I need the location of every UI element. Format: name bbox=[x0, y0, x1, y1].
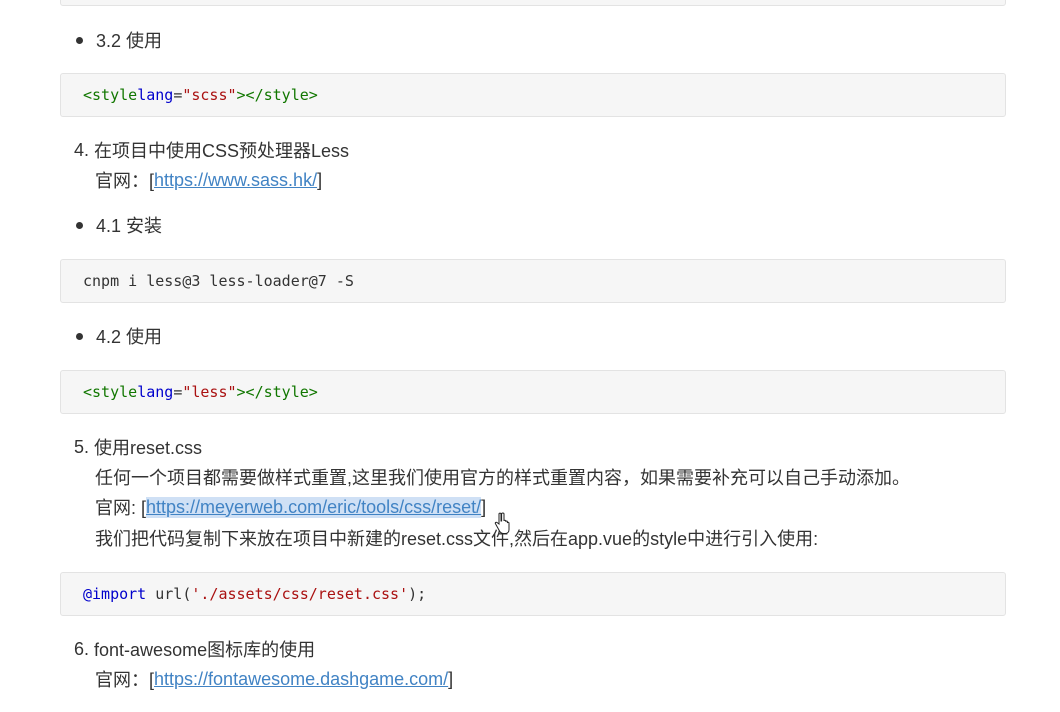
bullet-item-4-1: 4.1 安装 bbox=[76, 212, 162, 238]
code-tag-close: ></style> bbox=[236, 86, 318, 104]
code-string: "less" bbox=[182, 383, 237, 401]
site-suffix: ] bbox=[317, 169, 323, 190]
code-attr: lang bbox=[137, 86, 174, 104]
code-string: "scss" bbox=[182, 86, 237, 104]
code-eq: = bbox=[173, 86, 183, 104]
bullet-label: 4.2 使用 bbox=[96, 327, 163, 347]
list-item-4: 4. 在项目中使用CSS预处理器Less bbox=[74, 137, 349, 163]
code-string: './assets/css/reset.css' bbox=[191, 585, 409, 603]
site-suffix: ] bbox=[481, 496, 487, 517]
bullet-item-3-2: 3.2 使用 bbox=[76, 27, 162, 53]
site-prefix: 官网：[ bbox=[95, 171, 155, 191]
code-keyword: @import bbox=[83, 585, 147, 603]
list-title: font-awesome图标库的使用 bbox=[94, 640, 316, 660]
site-prefix: 官网: [ bbox=[95, 498, 147, 518]
official-site-line: 官网: [https://meyerweb.com/eric/tools/css… bbox=[95, 494, 486, 520]
code-block-previous bbox=[60, 0, 1006, 6]
code-block-import-reset: @import url('./assets/css/reset.css'); bbox=[60, 572, 1006, 616]
code-tag-open: <style bbox=[83, 86, 138, 104]
code-block-install-less: cnpm i less@3 less-loader@7 -S bbox=[60, 259, 1006, 303]
code-attr: lang bbox=[137, 383, 174, 401]
bullet-dot bbox=[76, 221, 83, 229]
official-site-line: 官网：[https://fontawesome.dashgame.com/] bbox=[95, 666, 453, 692]
reset-usage-note: 我们把代码复制下来放在项目中新建的reset.css文件,然后在app.vue的… bbox=[95, 529, 819, 549]
list-number: 5. bbox=[74, 436, 90, 457]
sass-link[interactable]: https://www.sass.hk/ bbox=[154, 170, 317, 191]
bullet-label: 4.1 安装 bbox=[96, 216, 163, 236]
list-title: 在项目中使用CSS预处理器Less bbox=[94, 141, 350, 161]
site-prefix: 官网：[ bbox=[95, 670, 155, 690]
reset-description: 任何一个项目都需要做样式重置,这里我们使用官方的样式重置内容，如果需要补充可以自… bbox=[95, 468, 910, 488]
bullet-item-4-2: 4.2 使用 bbox=[76, 323, 162, 349]
code-block-style-less: <style lang = "less" ></style> bbox=[60, 370, 1006, 414]
list-number: 6. bbox=[74, 638, 90, 659]
official-site-line: 官网：[https://www.sass.hk/] bbox=[95, 167, 322, 193]
code-func: url( bbox=[146, 585, 192, 603]
bullet-dot bbox=[76, 36, 83, 44]
reset-css-link[interactable]: https://meyerweb.com/eric/tools/css/rese… bbox=[146, 496, 482, 518]
code-block-style-scss: <style lang = "scss" ></style> bbox=[60, 73, 1006, 117]
list-number: 4. bbox=[74, 139, 90, 160]
code-eq: = bbox=[173, 383, 183, 401]
bullet-label: 3.2 使用 bbox=[96, 31, 163, 51]
list-item-6: 6. font-awesome图标库的使用 bbox=[74, 636, 315, 662]
code-tag-close: ></style> bbox=[236, 383, 318, 401]
fontawesome-link[interactable]: https://fontawesome.dashgame.com/ bbox=[154, 669, 448, 690]
code-end: ); bbox=[408, 585, 427, 603]
hand-pointer-cursor-icon bbox=[494, 512, 510, 534]
site-suffix: ] bbox=[448, 668, 454, 689]
list-title: 使用reset.css bbox=[94, 438, 203, 458]
list-item-5: 5. 使用reset.css bbox=[74, 434, 202, 460]
bullet-dot bbox=[76, 332, 83, 340]
code-tag-open: <style bbox=[83, 383, 138, 401]
